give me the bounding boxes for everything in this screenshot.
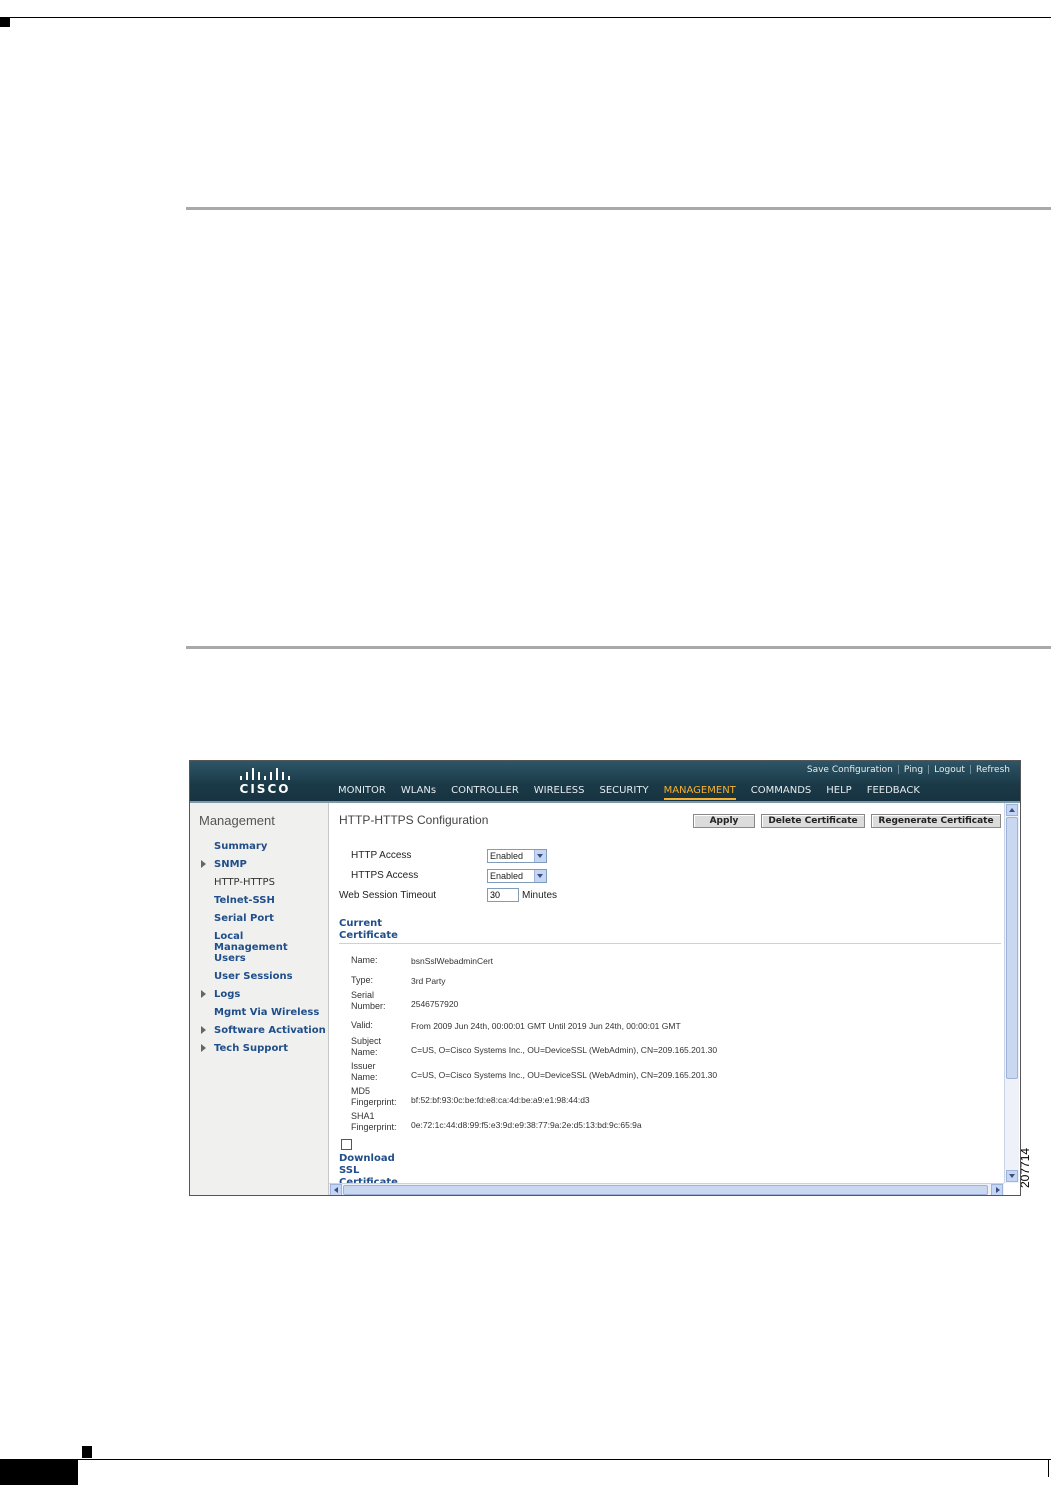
sidebar-item-local-management-users[interactable]: Local Management Users xyxy=(190,931,306,964)
cert-sha1-value: 0e:72:1c:44:d8:99:f5:e3:9d:e9:38:77:9a:2… xyxy=(411,1120,642,1130)
https-access-select[interactable]: Enabled xyxy=(487,869,547,883)
cert-type-value: 3rd Party xyxy=(411,976,446,986)
tab-wireless[interactable]: WIRELESS xyxy=(534,785,585,800)
current-certificate-heading: Current Certificate xyxy=(339,918,398,941)
page-bottom-tick xyxy=(1048,1459,1049,1477)
scroll-right-icon[interactable] xyxy=(991,1184,1003,1195)
cert-subject-label: Subject Name: xyxy=(351,1036,382,1057)
top-links: Save Configuration | Ping | Logout | Refresh xyxy=(806,765,1010,775)
cert-issuer-label: Issuer Name: xyxy=(351,1061,378,1082)
sidebar-item-summary[interactable]: Summary xyxy=(190,841,328,852)
header-bar: CISCO Save Configuration | Ping | Logout | Ref… xyxy=(190,761,1020,801)
tab-help[interactable]: HELP xyxy=(826,785,851,800)
save-configuration-link[interactable]: Save Configuration xyxy=(807,765,893,775)
cert-type-label: Type: xyxy=(351,975,374,985)
regenerate-certificate-button[interactable]: Regenerate Certificate xyxy=(871,814,1001,828)
tab-security[interactable]: SECURITY xyxy=(599,785,648,800)
section-rule-top xyxy=(186,207,1051,210)
sidebar-items: Summary SNMP HTTP-HTTPS Telnet-SSH Seria… xyxy=(190,841,328,1061)
cert-issuer-value: C=US, O=Cisco Systems Inc., OU=DeviceSSL… xyxy=(411,1070,718,1080)
chevron-down-icon[interactable] xyxy=(534,870,546,882)
expand-arrow-icon[interactable] xyxy=(201,860,206,868)
tab-monitor[interactable]: MONITOR xyxy=(338,785,386,800)
sidebar-item-user-sessions[interactable]: User Sessions xyxy=(190,971,328,982)
sidebar-item-snmp[interactable]: SNMP xyxy=(190,859,328,870)
sidebar: Management Summary SNMP HTTP-HTTPS Telne… xyxy=(190,803,329,1195)
chevron-down-icon[interactable] xyxy=(534,850,546,862)
apply-button[interactable]: Apply xyxy=(693,814,755,828)
page-bottom-rule xyxy=(0,1459,1051,1460)
tab-controller[interactable]: CONTROLLER xyxy=(451,785,519,800)
cert-md5-value: bf:52:bf:93:0c:be:fd:e8:ca:4d:be:a9:e1:9… xyxy=(411,1095,590,1105)
page-top-rule xyxy=(0,17,1051,18)
sidebar-item-mgmt-via-wireless[interactable]: Mgmt Via Wireless xyxy=(190,1007,328,1018)
cert-name-label: Name: xyxy=(351,955,378,965)
http-access-select[interactable]: Enabled xyxy=(487,849,547,863)
tab-management[interactable]: MANAGEMENT xyxy=(663,785,736,800)
cert-subject-value: C=US, O=Cisco Systems Inc., OU=DeviceSSL… xyxy=(411,1045,718,1055)
scroll-down-icon[interactable] xyxy=(1006,1170,1018,1182)
certificate-divider xyxy=(339,943,1001,944)
sidebar-item-http-https[interactable]: HTTP-HTTPS xyxy=(190,877,328,888)
cisco-bars-icon xyxy=(230,766,300,780)
ping-link[interactable]: Ping xyxy=(904,765,923,775)
main-nav: MONITOR WLANs CONTROLLER WIRELESS SECURI… xyxy=(338,785,920,800)
scroll-thumb[interactable] xyxy=(1006,817,1018,1079)
sidebar-title: Management xyxy=(199,813,275,828)
vertical-scrollbar[interactable] xyxy=(1004,803,1019,1183)
sidebar-item-tech-support[interactable]: Tech Support xyxy=(190,1043,328,1054)
page-number-tab xyxy=(0,1460,78,1485)
scroll-left-icon[interactable] xyxy=(330,1184,342,1195)
download-ssl-certificate-link[interactable]: Download SSL Certificate * xyxy=(339,1153,398,1183)
timeout-unit-label: Minutes xyxy=(522,890,558,901)
cert-valid-label: Valid: xyxy=(351,1020,373,1030)
web-session-timeout-input[interactable]: 30 xyxy=(487,888,519,902)
refresh-link[interactable]: Refresh xyxy=(976,765,1010,775)
page-title: HTTP-HTTPS Configuration xyxy=(339,813,489,827)
sidebar-item-serial-port[interactable]: Serial Port xyxy=(190,913,328,924)
expand-arrow-icon[interactable] xyxy=(201,1026,206,1034)
web-session-timeout-label: Web Session Timeout xyxy=(339,890,437,901)
sidebar-item-software-activation[interactable]: Software Activation xyxy=(190,1025,328,1036)
cert-valid-value: From 2009 Jun 24th, 00:00:01 GMT Until 2… xyxy=(411,1021,681,1031)
main-content: HTTP-HTTPS Configuration Apply Delete Ce… xyxy=(329,803,1004,1183)
expand-arrow-icon[interactable] xyxy=(201,990,206,998)
logo-wordmark: CISCO xyxy=(239,782,291,796)
delete-certificate-button[interactable]: Delete Certificate xyxy=(761,814,865,828)
tab-commands[interactable]: COMMANDS xyxy=(751,785,811,800)
sidebar-item-telnet-ssh[interactable]: Telnet-SSH xyxy=(190,895,328,906)
download-ssl-certificate-checkbox[interactable] xyxy=(341,1139,352,1150)
cert-sha1-label: SHA1 Fingerprint: xyxy=(351,1111,397,1132)
scroll-up-icon[interactable] xyxy=(1006,804,1018,816)
cert-serial-label: Serial Number: xyxy=(351,990,386,1011)
horizontal-scrollbar[interactable] xyxy=(329,1183,1004,1195)
cisco-logo: CISCO xyxy=(230,766,300,796)
wlc-gui-screenshot: CISCO Save Configuration | Ping | Logout | Ref… xyxy=(189,760,1021,1196)
expand-arrow-icon[interactable] xyxy=(201,1044,206,1052)
http-access-label: HTTP Access xyxy=(351,850,412,861)
sidebar-item-logs[interactable]: Logs xyxy=(190,989,328,1000)
tab-feedback[interactable]: FEEDBACK xyxy=(867,785,920,800)
page-corner-mark-bottom xyxy=(82,1446,92,1458)
page-corner-mark xyxy=(0,17,10,27)
cert-md5-label: MD5 Fingerprint: xyxy=(351,1086,397,1107)
https-access-label: HTTPS Access xyxy=(351,870,419,881)
logout-link[interactable]: Logout xyxy=(934,765,965,775)
tab-wlans[interactable]: WLANs xyxy=(401,785,436,800)
cert-serial-value: 2546757920 xyxy=(411,999,459,1009)
section-rule-bottom xyxy=(186,646,1051,649)
scroll-thumb-horizontal[interactable] xyxy=(343,1185,988,1195)
cert-name-value: bsnSslWebadminCert xyxy=(411,956,494,966)
